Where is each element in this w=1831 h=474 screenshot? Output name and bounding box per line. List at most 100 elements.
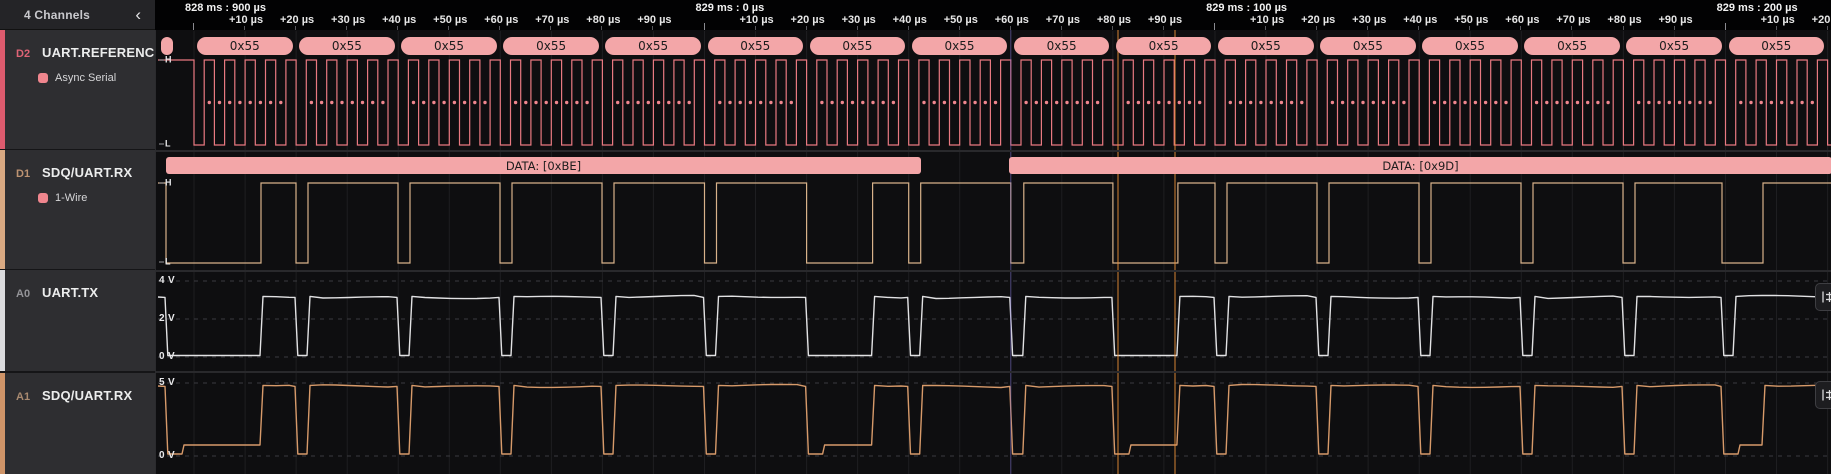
channels-sidebar: 4 Channels ‹ D2 UART.REFERENCE Async Seria… [0,0,155,474]
ruler-minor-tick [1265,26,1267,30]
decode-bubble[interactable]: 0x55 [707,37,804,55]
ruler-minor-tick [1520,26,1522,30]
analog-scale-button-a0[interactable] [1815,283,1831,311]
ruler-major-label: 829 ms : 0 µs [695,2,765,14]
ruler-minor-label: +40 µs [382,14,417,26]
ruler-minor-tick [601,26,603,30]
tune-scale-icon [1822,389,1831,401]
channel-color-stripe [0,30,5,149]
ruler-minor-tick [1622,26,1624,30]
waveforms-canvas [157,30,1831,474]
d1-high-level-label: H [159,178,172,188]
ruler-minor-tick [1367,26,1369,30]
ruler-minor-tick [550,26,552,30]
decode-bubble[interactable]: 0x55 [1728,37,1825,55]
plot-row-divider [156,150,1831,152]
ruler-minor-tick [1826,26,1828,30]
decode-bubble[interactable]: 0x55 [1320,37,1416,55]
channel-index-label: D2 [16,48,31,60]
d1-low-level-label: L [159,257,171,267]
channel-index-label: D1 [16,168,31,180]
decode-bubble-clipped[interactable] [161,37,173,55]
voltage-label: 0 V [159,449,175,461]
ruler-minor-label: +10 µs [1250,14,1285,26]
ruler-minor-tick [1060,26,1062,30]
data-decode-bar[interactable]: DATA: [0x9D] [1009,157,1831,174]
decode-bubble[interactable]: 0x55 [911,37,1008,55]
decode-bubble[interactable]: 0x55 [1626,37,1722,55]
channel-title: SDQ/UART.RX [42,165,133,180]
ruler-minor-label: +10 µs [739,14,774,26]
ruler-minor-tick [1775,26,1777,30]
plot-row-divider [156,371,1831,373]
channel-color-stripe [0,150,5,269]
ruler-minor-label: +40 µs [1403,14,1438,26]
ruler-major-tick [703,23,705,30]
ruler-minor-label: +40 µs [892,14,927,26]
a1-analog-trace [157,383,1831,455]
timeline-ruler[interactable]: 828 ms : 900 µs +10 µs +20 µs +30 µs +40 µs +… [155,0,1831,30]
a0-analog-trace [157,294,1831,357]
voltage-label: 5 V [159,376,175,388]
ruler-minor-label: +70 µs [535,14,570,26]
channel-index-label: A1 [16,391,31,403]
ruler-minor-tick [856,26,858,30]
decode-bubble[interactable]: 0x55 [299,37,395,55]
ruler-minor-tick [499,26,501,30]
ruler-minor-label: +60 µs [994,14,1029,26]
voltage-label: 2 V [159,312,175,324]
ruler-minor-label: +60 µs [1505,14,1540,26]
d1-digital-trace [158,182,1831,264]
waveform-plot-area[interactable]: 4 V 2 V 0 V 5 V 0 V 0x55 0x55 0x55 0x55 0x55 0x55 0… [155,30,1831,474]
collapse-sidebar-icon[interactable]: ‹ [131,6,145,23]
sidebar-channel-row-d1[interactable]: D1 SDQ/UART.RX 1-Wire [0,150,155,269]
ruler-major-tick [193,23,194,30]
ruler-minor-tick [754,26,756,30]
ruler-major-tick [1724,23,1726,30]
decode-bubble[interactable]: 0x55 [1422,37,1518,55]
ruler-minor-label: +20 µs [1811,14,1831,26]
decode-bubble[interactable]: 0x55 [503,37,599,55]
analyzer-color-swatch [38,193,48,203]
decode-bubble[interactable]: 0x55 [809,37,906,55]
ruler-minor-label: +70 µs [1556,14,1591,26]
ruler-minor-label: +30 µs [331,14,366,26]
analyzer-name: Async Serial [55,72,117,84]
analyzer-color-swatch [38,73,48,83]
ruler-minor-label: +80 µs [1607,14,1642,26]
ruler-minor-label: +60 µs [484,14,519,26]
decode-bubble[interactable]: 0x55 [605,37,701,55]
sidebar-channel-row-d2[interactable]: D2 UART.REFERENCE Async Serial [0,30,155,149]
ruler-minor-tick [1418,26,1420,30]
analyzer-chip[interactable]: Async Serial [38,72,116,84]
ruler-minor-label: +80 µs [1096,14,1132,26]
data-decode-bar[interactable]: DATA: [0xBE] [166,157,921,174]
decode-bubble[interactable]: 0x55 [1013,37,1110,55]
d2-high-level-label: H [159,55,172,65]
channels-count-label: 4 Channels [24,7,91,22]
ruler-minor-tick [1316,26,1318,30]
analyzer-chip[interactable]: 1-Wire [38,192,87,204]
channel-title: UART.TX [42,285,99,300]
decode-bubble[interactable]: 0x55 [1218,37,1314,55]
ruler-minor-label: +90 µs [1658,14,1693,26]
sidebar-channel-row-a1[interactable]: A1 SDQ/UART.RX [0,373,155,474]
sidebar-channel-row-a0[interactable]: A0 UART.TX [0,270,155,371]
decode-bubble[interactable]: 0x55 [197,37,293,55]
decode-bubble[interactable]: 0x55 [401,37,497,55]
analog-scale-button-a1[interactable] [1815,381,1831,409]
sidebar-header: 4 Channels ‹ [0,0,155,30]
ruler-minor-tick [397,26,399,30]
ruler-minor-label: +90 µs [1147,14,1183,26]
ruler-minor-tick [1673,26,1675,30]
ruler-minor-label: +50 µs [433,14,468,26]
ruler-minor-label: +20 µs [790,14,825,26]
decode-bubble[interactable]: 0x55 [1524,37,1620,55]
ruler-minor-label: +20 µs [1301,14,1336,26]
ruler-minor-tick [907,26,909,30]
ruler-minor-label: +70 µs [1045,14,1080,26]
ruler-minor-tick [1111,26,1113,30]
decode-bubble[interactable]: 0x55 [1115,37,1212,55]
ruler-minor-tick [958,26,960,30]
analyzer-name: 1-Wire [55,192,88,204]
